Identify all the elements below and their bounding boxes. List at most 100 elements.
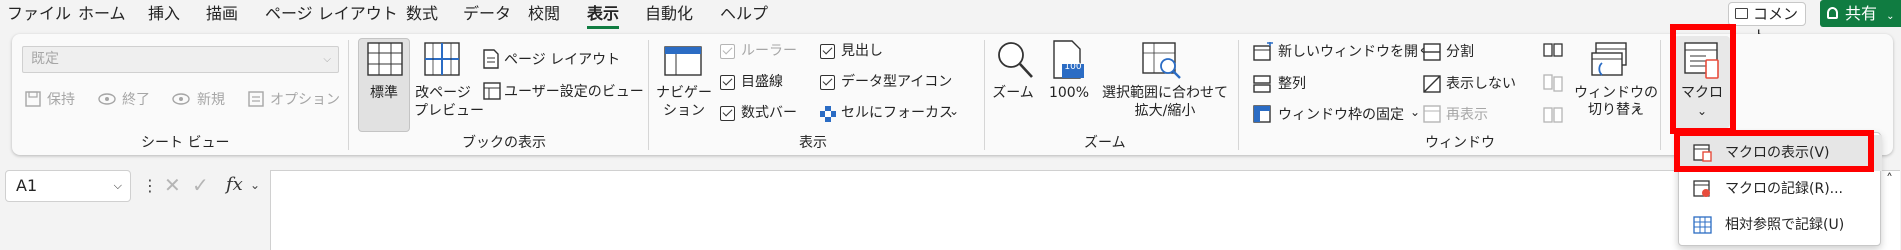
data-type-icons-label: データ型アイコン: [841, 74, 953, 90]
data-type-icons-checkbox[interactable]: [820, 75, 835, 90]
freeze-panes-button[interactable]: ウィンドウ枠の固定: [1278, 106, 1404, 124]
zoom-100-badge: 100: [1064, 62, 1082, 72]
sheet-view-new-button[interactable]: 新規: [197, 91, 225, 109]
sheet-view-options-button[interactable]: オプション: [270, 91, 340, 109]
new-window-button[interactable]: 新しいウィンドウを開く: [1278, 43, 1432, 61]
focus-cell-icon: [820, 106, 836, 122]
chevron-down-icon[interactable]: ⌄: [1410, 103, 1420, 121]
normal-view-icon: [367, 42, 403, 76]
zoom-button[interactable]: ズーム: [988, 84, 1038, 102]
unhide-icon: [1423, 105, 1441, 123]
tab-file[interactable]: ファイル: [7, 3, 71, 25]
chevron-down-icon[interactable]: ⌄: [250, 178, 260, 192]
tab-formulas[interactable]: 数式: [406, 3, 438, 25]
window-group-label: ウィンドウ: [1425, 135, 1495, 151]
gridlines-label: 目盛線: [741, 74, 783, 90]
macros-dropdown-menu: マクロの表示(V) マクロの記録(R)... 相対参照で記録(U): [1678, 132, 1882, 246]
tab-view[interactable]: 表示: [587, 3, 620, 29]
custom-views-icon: [483, 82, 501, 100]
page-layout-button[interactable]: ページ レイアウト: [504, 51, 620, 69]
share-button[interactable]: 共有 ⌄: [1820, 0, 1901, 27]
eye-new-icon: [172, 93, 190, 105]
normal-view-label: 標準: [370, 85, 398, 101]
ruler-checkbox[interactable]: [720, 44, 735, 59]
synchronous-scrolling-icon: [1543, 74, 1563, 92]
hide-icon: [1423, 75, 1441, 93]
formula-input[interactable]: [270, 170, 1900, 250]
group-divider: [1660, 40, 1661, 150]
page-break-preview-label-2[interactable]: プレビュー: [414, 102, 484, 120]
enter-icon[interactable]: ✓: [192, 173, 209, 197]
split-button[interactable]: 分割: [1446, 43, 1474, 61]
comment-button[interactable]: コメント: [1728, 2, 1806, 45]
page-layout-icon: [483, 49, 499, 69]
page-break-preview-label-1[interactable]: 改ページ: [414, 84, 472, 102]
custom-views-button[interactable]: ユーザー設定のビュー: [504, 83, 644, 101]
more-options-icon[interactable]: ⋮: [142, 176, 158, 195]
record-macro-menu-item[interactable]: マクロの記録(R)...: [1679, 171, 1882, 207]
tab-draw[interactable]: 描画: [206, 3, 238, 25]
hide-button[interactable]: 表示しない: [1446, 75, 1516, 93]
zoom-magnifier-icon: [998, 42, 1033, 78]
tab-insert[interactable]: 挿入: [148, 3, 180, 25]
tab-home[interactable]: ホーム: [78, 3, 126, 25]
sheet-view-keep-button[interactable]: 保持: [47, 91, 75, 109]
tab-help[interactable]: ヘルプ: [720, 3, 768, 25]
tab-data[interactable]: データ: [463, 3, 511, 25]
workbook-views-group-label: ブックの表示: [462, 135, 546, 151]
share-icon: [1827, 7, 1838, 19]
tab-review[interactable]: 校閲: [528, 3, 560, 25]
macros-icon: [1684, 42, 1719, 79]
zoom-to-selection-label-2[interactable]: 拡大/縮小: [1100, 102, 1230, 120]
sheet-view-exit-button[interactable]: 終了: [122, 91, 150, 109]
chevron-down-icon: ⌄: [1696, 104, 1708, 118]
navigation-label-1[interactable]: ナビゲー: [656, 84, 712, 102]
relative-reference-icon: [1693, 216, 1712, 234]
group-divider: [1238, 40, 1239, 150]
relative-reference-menu-item[interactable]: 相対参照で記録(U): [1679, 207, 1882, 243]
options-icon: [248, 91, 264, 107]
freeze-panes-icon: [1253, 105, 1271, 123]
zoom-to-selection-label-1[interactable]: 選択範囲に合わせて: [1100, 84, 1230, 102]
tab-page-layout[interactable]: ページ レイアウト: [265, 3, 398, 25]
new-window-icon: [1253, 42, 1273, 61]
headings-label: 見出し: [841, 43, 883, 59]
record-macro-icon: [1693, 180, 1710, 197]
record-macro-label: マクロの記録(R)...: [1725, 181, 1844, 197]
reset-window-position-icon: [1543, 107, 1563, 123]
navigation-label-2[interactable]: ション: [656, 102, 712, 120]
chevron-down-icon: ⌄: [1886, 11, 1895, 22]
arrange-all-button[interactable]: 整列: [1278, 75, 1306, 93]
eye-exit-icon: [98, 93, 116, 105]
headings-checkbox[interactable]: [820, 44, 835, 59]
chevron-down-icon[interactable]: ⌄: [949, 102, 959, 120]
focus-cell-button[interactable]: セルにフォーカス: [841, 104, 953, 122]
group-divider: [648, 40, 649, 150]
macros-label: マクロ: [1681, 85, 1723, 101]
cancel-icon[interactable]: ✕: [164, 173, 181, 197]
sheet-view-group-label: シート ビュー: [141, 135, 230, 151]
split-icon: [1423, 43, 1441, 61]
view-macros-menu-item[interactable]: マクロの表示(V): [1679, 135, 1882, 171]
chevron-down-icon[interactable]: ⌄: [1633, 98, 1643, 116]
comment-icon: [1735, 8, 1748, 19]
gridlines-checkbox[interactable]: [720, 75, 735, 90]
zoom-100-icon: [1053, 40, 1084, 79]
menu-bar: ファイル ホーム 挿入 描画 ページ レイアウト 数式 データ 校閲 表示 自動…: [0, 0, 1901, 45]
tab-automate[interactable]: 自動化: [645, 3, 693, 25]
view-macros-icon: [1693, 144, 1712, 162]
view-macros-label: マクロの表示(V): [1725, 145, 1830, 161]
chevron-down-icon: ⌵: [113, 179, 122, 192]
zoom-100-button[interactable]: 100%: [1043, 84, 1095, 102]
group-divider: [348, 40, 349, 150]
arrange-all-icon: [1253, 75, 1271, 93]
insert-function-button[interactable]: fx: [226, 174, 243, 195]
sheet-view-select[interactable]: 既定 ⌵: [22, 46, 339, 73]
unhide-button[interactable]: 再表示: [1446, 106, 1488, 124]
collapse-formula-bar-icon[interactable]: ˄: [1886, 172, 1893, 188]
formula-bar-controls: ⋮ ✕ ✓ fx ⌄: [138, 170, 268, 202]
sheet-view-select-value: 既定: [31, 51, 59, 67]
navigation-pane-icon: [664, 46, 702, 76]
formula-bar-checkbox[interactable]: [720, 106, 735, 121]
name-box[interactable]: A1 ⌵: [5, 170, 131, 202]
